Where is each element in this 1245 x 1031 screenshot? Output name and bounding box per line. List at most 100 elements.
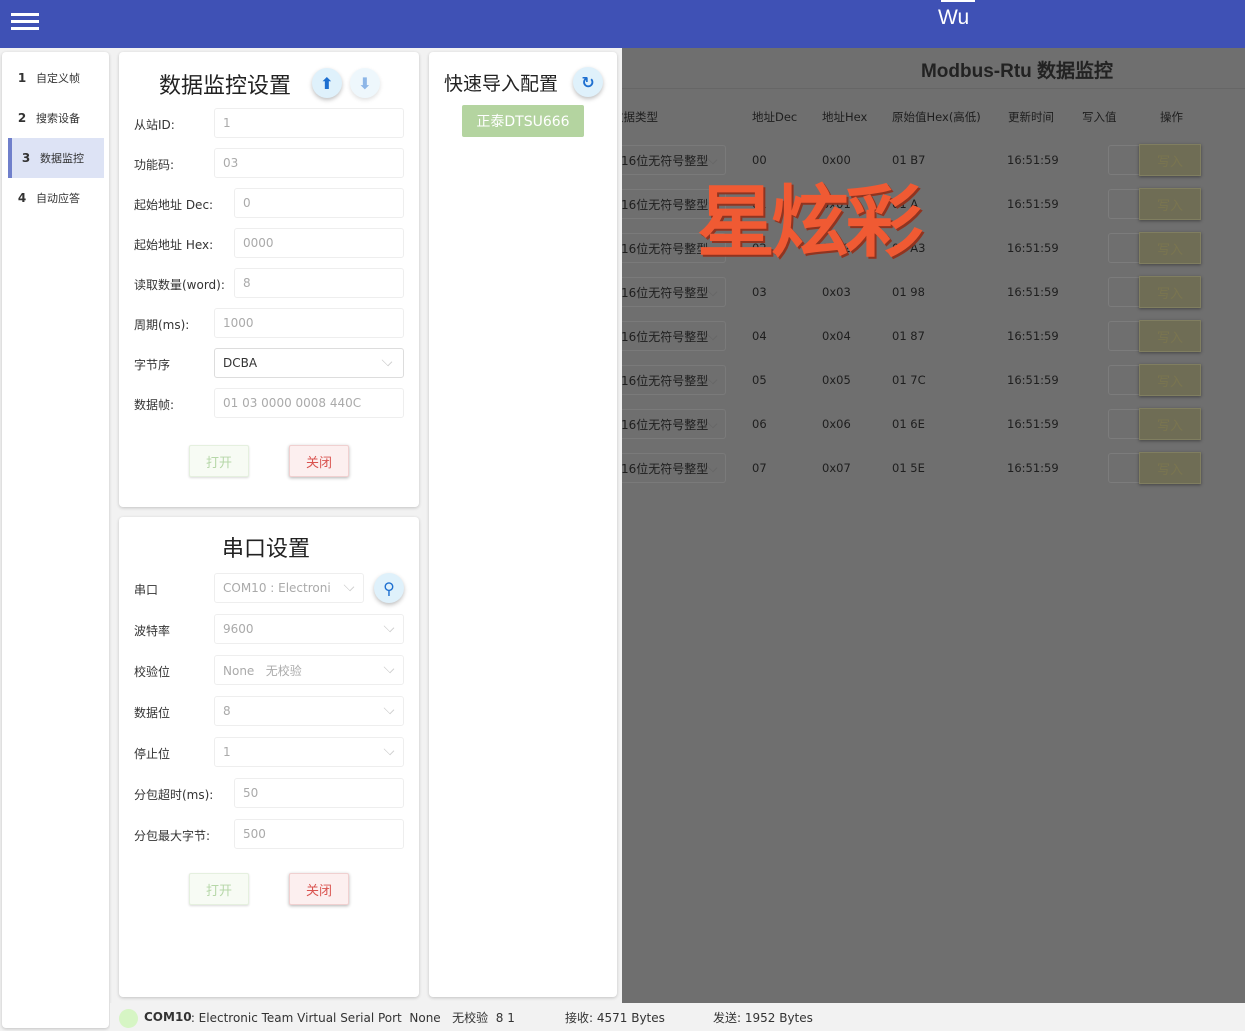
nav-label: 自定义帧 <box>36 72 80 85</box>
open-button[interactable]: 打开 <box>189 445 249 477</box>
field-input[interactable]: 1 <box>214 108 404 138</box>
update-time: 16:51:59 <box>1007 241 1059 255</box>
sidebar-item-1[interactable]: 1 自定义帧 <box>8 58 104 98</box>
data-type-value: 16位无符号整型 <box>622 197 709 212</box>
address-dec: 00 <box>752 153 767 167</box>
field-label: 分包最大字节: <box>134 829 211 843</box>
panel-title: 数据监控设置 <box>159 74 292 99</box>
chevron-down-icon <box>706 373 718 385</box>
field-input[interactable]: 0 <box>234 188 404 218</box>
sidebar: 1 自定义帧 2 搜索设备 3 数据监控 4 自动应答 <box>2 52 109 1028</box>
field-label: 起始地址 Hex: <box>134 238 214 252</box>
nav-number: 3 <box>21 151 31 165</box>
write-button[interactable]: 写入 <box>1139 188 1201 220</box>
status-bar: COM10 : Electronic Team Virtual Serial P… <box>110 1003 1245 1031</box>
panel-title: 串口设置 <box>222 537 311 562</box>
write-button[interactable]: 写入 <box>1139 408 1201 440</box>
address-dec: 03 <box>752 285 767 299</box>
data-type-select[interactable]: 16位无符号整型 <box>622 321 726 351</box>
refresh-icon[interactable]: ↻ <box>573 67 603 97</box>
write-button[interactable]: 写入 <box>1139 364 1201 396</box>
top-bar: Wu <box>0 0 1245 48</box>
close-button[interactable]: 关闭 <box>289 873 349 905</box>
serial-select[interactable]: 9600 <box>214 614 404 644</box>
chevron-down-icon <box>706 197 718 209</box>
data-type-select[interactable]: 16位无符号整型 <box>622 189 726 219</box>
search-icon[interactable]: ⚲ <box>374 573 404 603</box>
field-label: 数据帧: <box>134 398 175 412</box>
status-rx: 接收: 4571 Bytes <box>565 1010 665 1025</box>
chevron-down-icon <box>706 285 718 297</box>
field-label: 周期(ms): <box>134 318 190 332</box>
field-input[interactable]: 50 <box>234 778 404 808</box>
nav-label: 数据监控 <box>40 152 84 165</box>
address-hex: 0x04 <box>822 329 851 343</box>
nav-number: 1 <box>17 71 27 85</box>
column-header: 更新时间 <box>1008 110 1054 124</box>
monitor-settings-panel: 数据监控设置 ⬆ ⬇ 打开 关闭 从站ID: 1 功能码: 03 起始地址 Dec: 0 起… <box>119 52 419 507</box>
panel-title: 快速导入配置 <box>444 73 559 95</box>
serial-select[interactable]: None 无校验 <box>214 655 404 685</box>
data-type-select[interactable]: 16位无符号整型 <box>622 145 726 175</box>
open-button[interactable]: 打开 <box>189 873 249 905</box>
field-label: 波特率 <box>134 624 171 638</box>
write-button[interactable]: 写入 <box>1139 320 1201 352</box>
update-time: 16:51:59 <box>1007 197 1059 211</box>
address-dec: 01 <box>752 197 767 211</box>
chevron-down-icon <box>706 461 718 473</box>
address-hex: 0x03 <box>822 285 851 299</box>
field-input[interactable]: 500 <box>234 819 404 849</box>
update-time: 16:51:59 <box>1007 329 1059 343</box>
column-header: 数据类型 <box>622 110 658 124</box>
address-hex: 0x02 <box>822 241 851 255</box>
data-type-select[interactable]: 16位无符号整型 <box>622 365 726 395</box>
preset-button[interactable]: 正泰DTSU666 <box>462 105 584 137</box>
data-type-value: 16位无符号整型 <box>622 285 709 300</box>
serial-settings-panel: 串口设置 ⚲ 打开 关闭 串口 COM10 : Electroni 波特率 9600 校… <box>119 517 419 997</box>
chevron-down-icon <box>706 241 718 253</box>
download-icon[interactable]: ⬇ <box>350 68 380 98</box>
close-button[interactable]: 关闭 <box>289 445 349 477</box>
field-input[interactable]: 01 03 0000 0008 440C <box>214 388 404 418</box>
upload-icon[interactable]: ⬆ <box>312 68 342 98</box>
field-label: 停止位 <box>134 747 171 761</box>
data-type-value: 16位无符号整型 <box>622 241 709 256</box>
hamburger-icon[interactable] <box>11 10 39 32</box>
raw-value: 01 6E <box>892 417 925 431</box>
write-button[interactable]: 写入 <box>1139 452 1201 484</box>
serial-select[interactable]: 1 <box>214 737 404 767</box>
chevron-down-icon <box>706 153 718 165</box>
status-port-desc: : Electronic Team Virtual Serial Port No… <box>187 1010 515 1025</box>
write-button[interactable]: 写入 <box>1139 232 1201 264</box>
address-hex: 0x05 <box>822 373 851 387</box>
data-type-select[interactable]: 16位无符号整型 <box>622 277 726 307</box>
sidebar-item-3[interactable]: 3 数据监控 <box>8 138 104 178</box>
field-label: 字节序 <box>134 358 171 372</box>
byte-order-select[interactable]: DCBA <box>214 348 404 378</box>
data-type-select[interactable]: 16位无符号整型 <box>622 233 726 263</box>
field-input[interactable]: 8 <box>234 268 404 298</box>
write-button[interactable]: 写入 <box>1139 144 1201 176</box>
raw-value: 01 A <box>892 197 919 211</box>
divider <box>622 88 1245 89</box>
field-label: 串口 <box>134 583 159 597</box>
status-tx: 发送: 1952 Bytes <box>713 1010 813 1025</box>
update-time: 16:51:59 <box>1007 153 1059 167</box>
field-input[interactable]: 03 <box>214 148 404 178</box>
field-label: 数据位 <box>134 706 171 720</box>
field-label: 功能码: <box>134 158 175 172</box>
field-input[interactable]: 0000 <box>234 228 404 258</box>
serial-select[interactable]: 8 <box>214 696 404 726</box>
data-type-select[interactable]: 16位无符号整型 <box>622 409 726 439</box>
write-button[interactable]: 写入 <box>1139 276 1201 308</box>
sidebar-item-2[interactable]: 2 搜索设备 <box>8 98 104 138</box>
column-header: 地址Hex <box>822 110 868 124</box>
field-input[interactable]: 1000 <box>214 308 404 338</box>
update-time: 16:51:59 <box>1007 461 1059 475</box>
sidebar-item-4[interactable]: 4 自动应答 <box>8 178 104 218</box>
data-type-select[interactable]: 16位无符号整型 <box>622 453 726 483</box>
address-hex: 0x01 <box>822 197 851 211</box>
nav-label: 搜索设备 <box>36 112 80 125</box>
serial-select[interactable]: COM10 : Electroni <box>214 573 364 603</box>
field-label: 从站ID: <box>134 118 175 132</box>
